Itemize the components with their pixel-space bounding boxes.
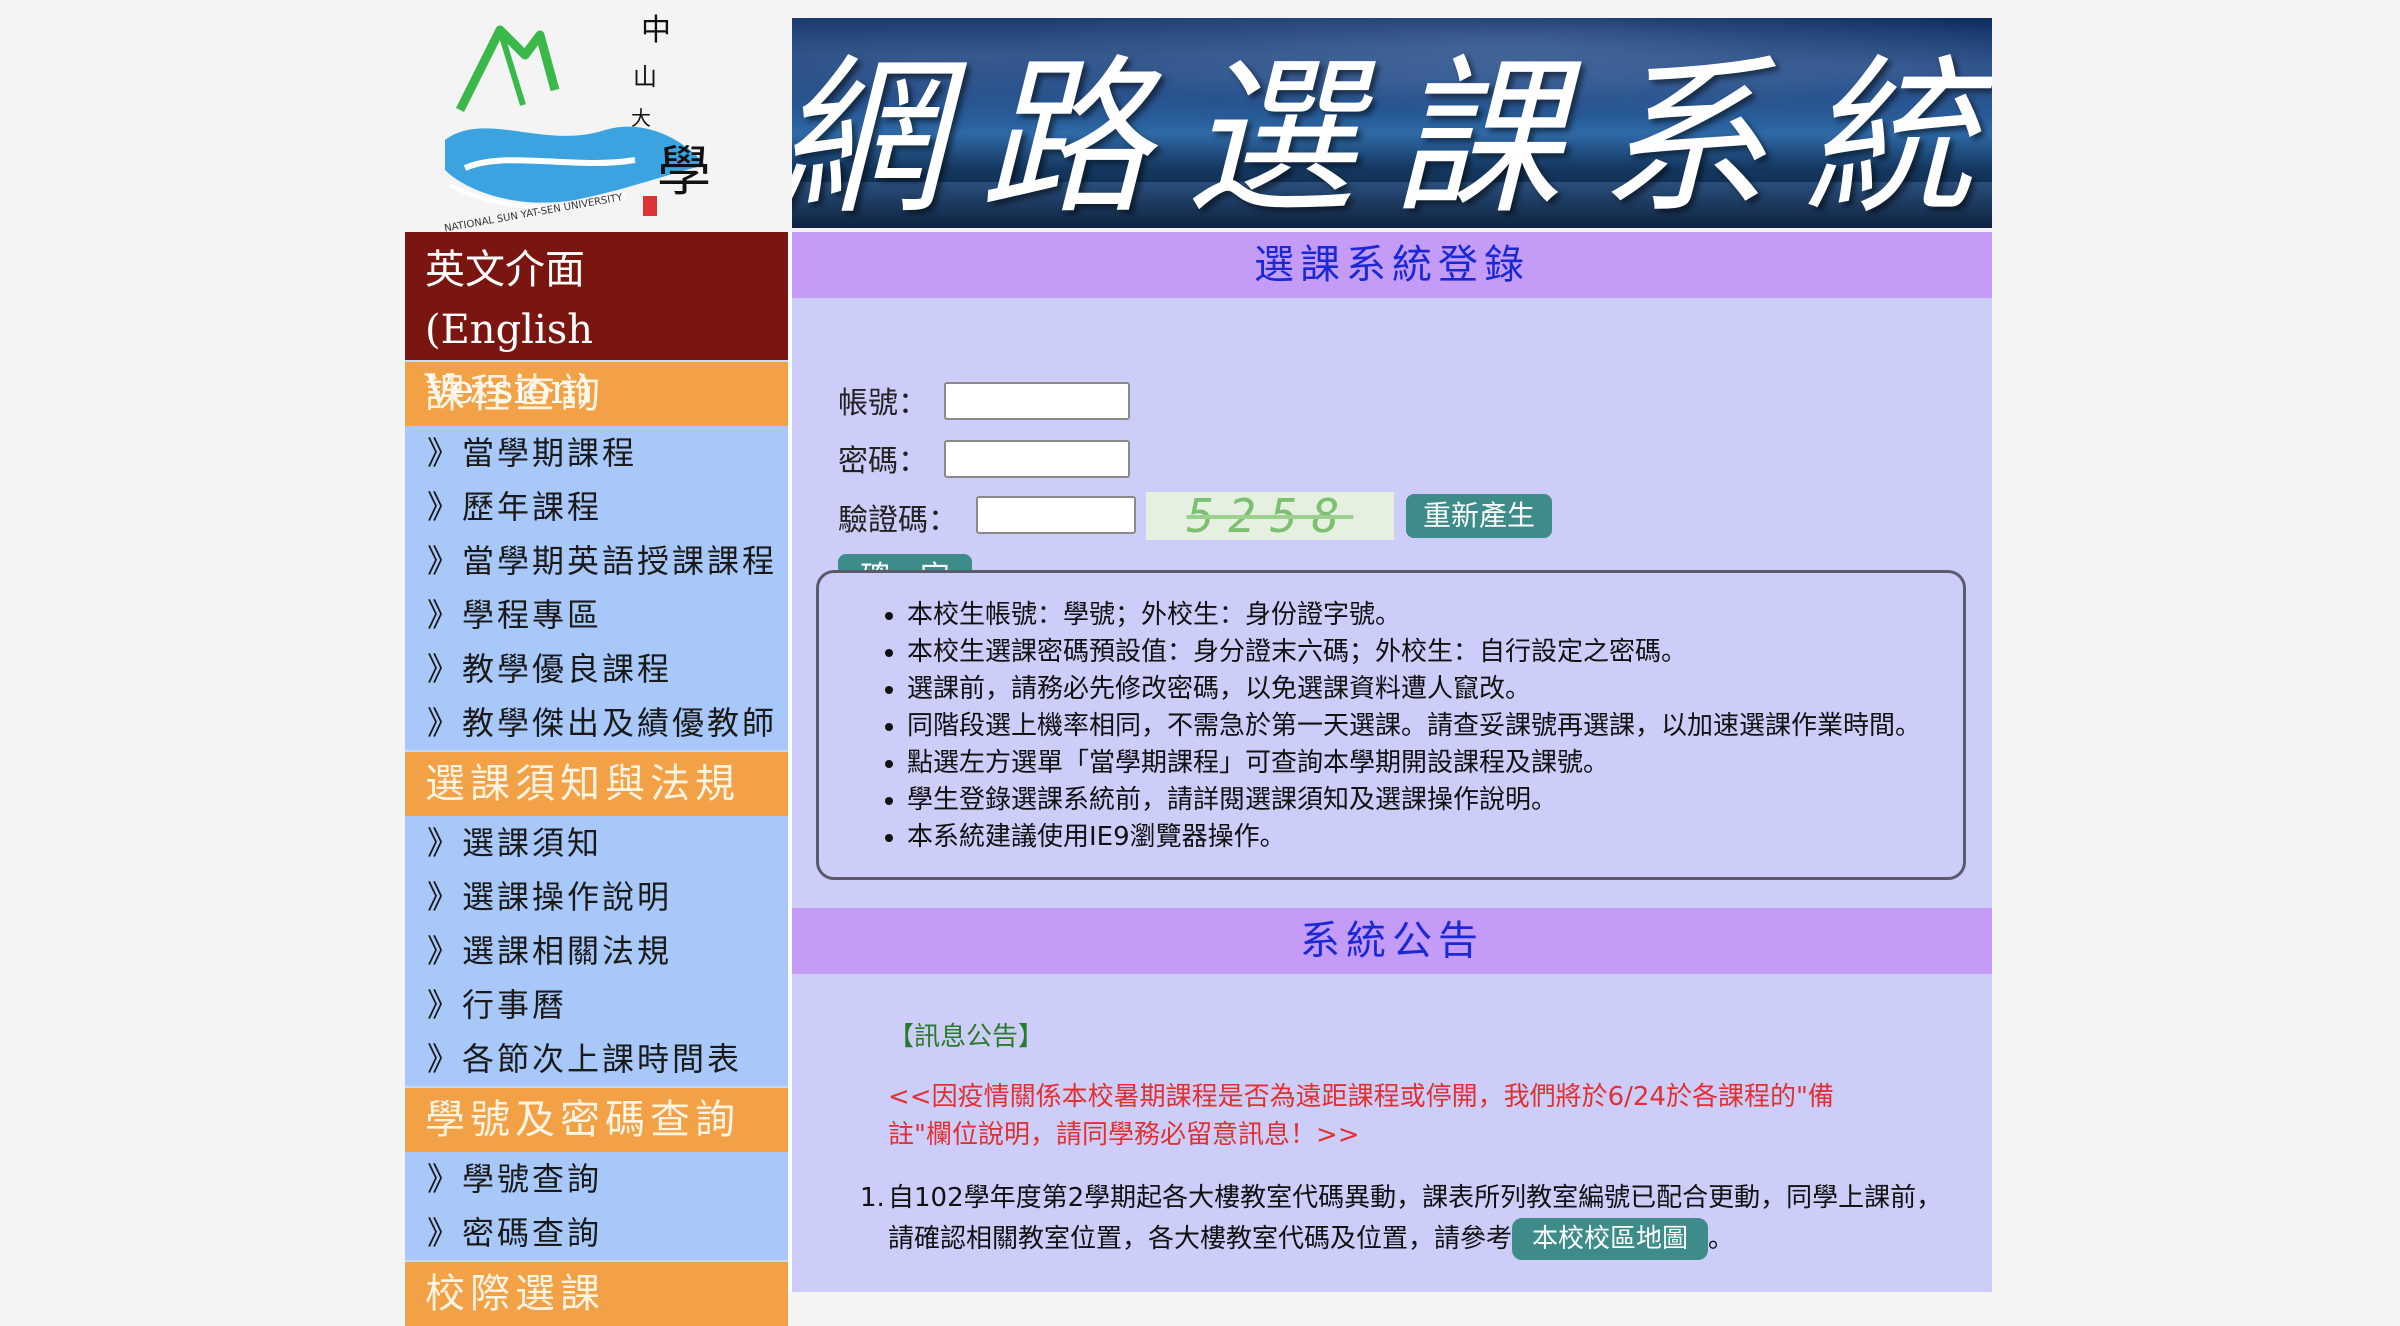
notice-item: 同階段選上機率相同，不需急於第一天選課。請查妥課號再選課，以加速選課作業時間。 [907, 708, 1963, 745]
account-input[interactable] [944, 382, 1130, 420]
notice-list: 本校生帳號：學號；外校生：身份證字號。 本校生選課密碼預設值：身分證末六碼；外校… [819, 573, 1963, 856]
announcement-alert-line: <<因疫情關係本校暑期課程是否為遠距課程或停開，我們將於6/24於各課程的"備 [888, 1082, 1834, 1112]
logo-char-2: 山 [633, 63, 657, 91]
university-logo[interactable]: 中 山 大 學 NATIONAL SUN YAT-SEN UNIVERSITY [405, 0, 789, 235]
notice-item: 本校生帳號：學號；外校生：身份證字號。 [907, 597, 1963, 634]
campus-map-button[interactable]: 本校校區地圖 [1512, 1218, 1709, 1260]
notice-item: 學生登錄選課系統前，請詳閱選課須知及選課操作說明。 [907, 782, 1963, 819]
sidebar-item-excellent-teachers[interactable]: 》教學傑出及績優教師 [405, 696, 788, 750]
main-panel: 選課系統登錄 帳號： 密碼： 驗證碼： 5258 重新產生 確 定 本校生帳號：… [792, 232, 1992, 1292]
page: 中 山 大 學 NATIONAL SUN YAT-SEN UNIVERSITY … [405, 0, 1995, 1326]
sidebar-item-instructions[interactable]: 》選課操作說明 [405, 870, 788, 924]
sidebar-item-past-courses[interactable]: 》歷年課程 [405, 480, 788, 534]
captcha-label: 驗證碼： [838, 503, 958, 538]
announcement-item: 1. 自102學年度第2學期起各大樓教室代碼異動，課表所列教室編號已配合更動，同… [860, 1178, 1948, 1260]
notice-item: 選課前，請務必先修改密碼，以免選課資料遭人竄改。 [907, 671, 1963, 708]
english-version-label: 英文介面 [425, 247, 585, 293]
announcement-item-text: 請確認相關教室位置，各大樓教室代碼及位置，請參考 [888, 1224, 1513, 1254]
login-form: 帳號： 密碼： 驗證碼： 5258 重新產生 確 定 [792, 298, 1992, 602]
announcement-title: 系統公告 [792, 908, 1992, 974]
password-input[interactable] [944, 440, 1130, 478]
logo-char-4: 學 [657, 140, 711, 203]
logo-char-3: 大 [631, 106, 651, 130]
captcha-input[interactable] [976, 496, 1136, 534]
section-rules: 選課須知與法規 [405, 750, 788, 816]
announcement-head: 【訊息公告】 [888, 1022, 1045, 1052]
logo-seal [643, 196, 657, 216]
sidebar-item-calendar[interactable]: 》行事曆 [405, 978, 788, 1032]
english-version-link[interactable]: 英文介面 (English Version) [405, 232, 788, 413]
regenerate-captcha-button[interactable]: 重新產生 [1406, 494, 1552, 538]
captcha-image: 5258 [1146, 492, 1394, 540]
logo-graphic: 中 山 大 學 NATIONAL SUN YAT-SEN UNIVERSITY [443, 13, 711, 235]
notice-item: 本系統建議使用IE9瀏覽器操作。 [907, 819, 1963, 856]
sidebar-item-password-query[interactable]: 》密碼查詢 [405, 1206, 788, 1260]
account-label: 帳號： [838, 386, 928, 421]
section-id-password: 學號及密碼查詢 [405, 1086, 788, 1152]
announcement-item-number: 1. [860, 1183, 885, 1213]
banner: 網路選課系統 [792, 18, 1992, 228]
sidebar-item-program-zone[interactable]: 》學程專區 [405, 588, 788, 642]
sidebar-item-english-courses[interactable]: 》當學期英語授課課程 [405, 534, 788, 588]
announcement-item-text: 自102學年度第2學期起各大樓教室代碼異動，課表所列教室編號已配合更動，同學上課… [888, 1183, 1943, 1213]
section-course-query: 課程查詢 [405, 360, 788, 426]
logo-char-1: 中 [641, 13, 671, 48]
sidebar-item-current-courses[interactable]: 》當學期課程 [405, 426, 788, 480]
sidebar-item-student-id-query[interactable]: 》學號查詢 [405, 1152, 788, 1206]
section-inter-school: 校際選課 [405, 1260, 788, 1326]
announcement-alert: <<因疫情關係本校暑期課程是否為遠距課程或停開，我們將於6/24於各課程的"備 … [888, 1078, 1868, 1154]
notice-item: 本校生選課密碼預設值：身分證末六碼；外校生：自行設定之密碼。 [907, 634, 1963, 671]
notice-item: 點選左方選單「當學期課程」可查詢本學期開設課程及課號。 [907, 745, 1963, 782]
sidebar: 英文介面 (English Version) 課程查詢 》當學期課程 》歷年課程… [405, 232, 792, 1326]
notice-box: 本校生帳號：學號；外校生：身份證字號。 本校生選課密碼預設值：身分證末六碼；外校… [816, 570, 1966, 880]
password-label: 密碼： [838, 444, 928, 479]
sidebar-item-class-times[interactable]: 》各節次上課時間表 [405, 1032, 788, 1086]
banner-title: 網路選課系統 [792, 40, 1992, 228]
sidebar-item-guidelines[interactable]: 》選課須知 [405, 816, 788, 870]
sidebar-item-regulations[interactable]: 》選課相關法規 [405, 924, 788, 978]
login-title: 選課系統登錄 [792, 232, 1992, 298]
announcement-item-end: 。 [1708, 1224, 1735, 1254]
sidebar-item-excellent-courses[interactable]: 》教學優良課程 [405, 642, 788, 696]
announcement-alert-line: 註"欄位說明，請同學務必留意訊息！>> [888, 1120, 1360, 1150]
